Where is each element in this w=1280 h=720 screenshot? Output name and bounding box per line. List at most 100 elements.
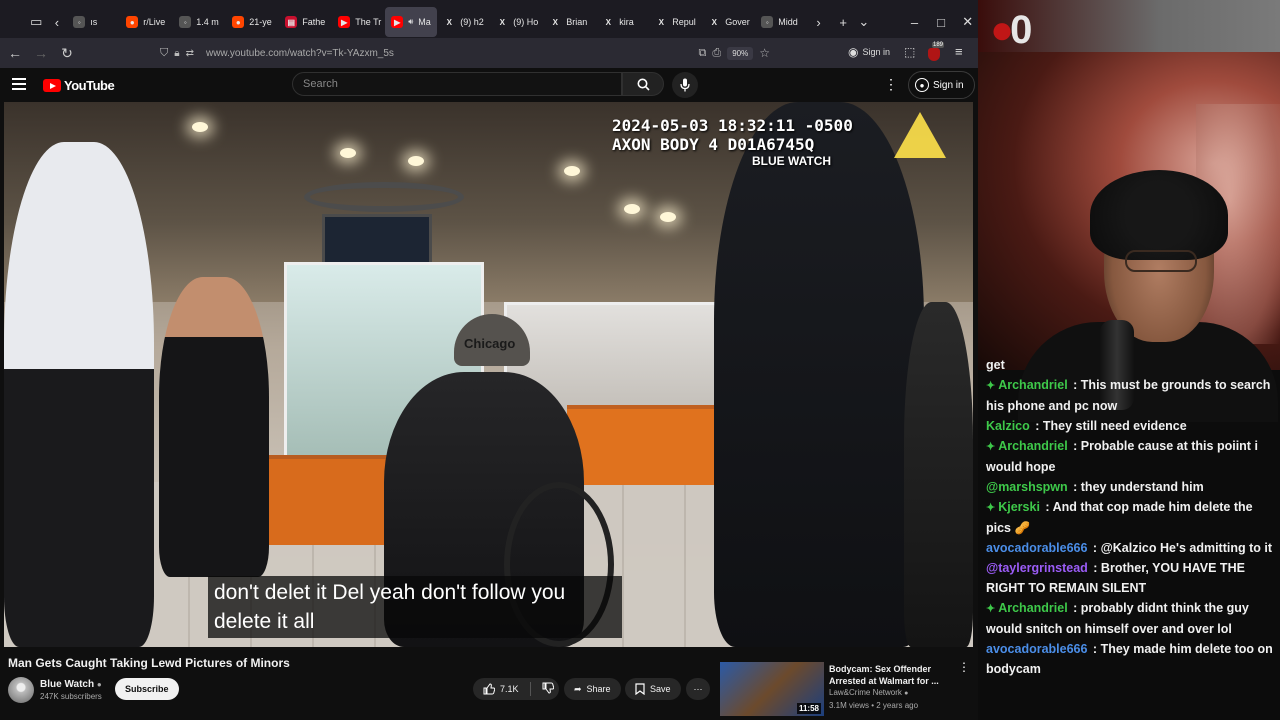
dislike-button[interactable]	[542, 682, 554, 696]
more-actions-button[interactable]: ⋯	[686, 678, 710, 700]
extensions-icon[interactable]: ⬚	[904, 45, 915, 59]
like-count: 7.1K	[500, 684, 519, 694]
chat-username[interactable]: avocadorable666	[986, 642, 1087, 656]
browser-tab[interactable]: ▶ The Tr	[332, 7, 385, 37]
reddit-favicon-icon: ●	[232, 16, 245, 28]
reload-icon[interactable]: ↻	[54, 40, 80, 66]
lock-icon[interactable]: 🔒︎	[174, 48, 179, 59]
channel-avatar[interactable]	[8, 677, 34, 703]
ublock-count: 189	[932, 42, 945, 48]
menu-icon[interactable]: ≡	[955, 44, 963, 59]
account-sign-in[interactable]: ◉ Sign in	[848, 45, 890, 59]
chat-message: avocadorable666 : @Kalzico He's admittin…	[986, 541, 1272, 555]
tab-label: r/Live	[143, 17, 166, 27]
stream-logo: ●0	[990, 8, 1032, 52]
glasses	[1125, 250, 1197, 272]
bodycam-timestamp: 2024-05-03 18:32:11 -0500 AXON BODY 4 D0…	[612, 116, 853, 154]
browser-tab[interactable]: ◦ 1.4 m	[173, 7, 226, 37]
subscriber-badge-icon: ✦	[986, 441, 996, 453]
search-input[interactable]: Search	[292, 72, 622, 96]
share-button[interactable]: ➦ Share	[564, 678, 621, 700]
zoom-level[interactable]: 90%	[727, 46, 754, 60]
recommended-menu-icon[interactable]: ⋮	[958, 660, 970, 674]
new-tab-icon[interactable]: +	[833, 9, 854, 35]
picture-in-picture-icon[interactable]: ⧉	[699, 47, 707, 60]
streamer-hair	[1090, 170, 1228, 260]
address-bar[interactable]: ⛉ 🔒︎ ⇄ www.youtube.com/watch?v=Tk-YAzxm_…	[152, 41, 770, 65]
chat-username[interactable]: avocadorable666	[986, 541, 1087, 555]
permissions-icon[interactable]: ⇄	[186, 48, 194, 59]
tab-label: Midd	[778, 17, 798, 27]
chat-username[interactable]: Kalzico	[986, 419, 1030, 433]
browser-tab[interactable]: ◦ Midd	[755, 7, 808, 37]
browser-tab[interactable]: X Brian	[543, 7, 596, 37]
channel-name[interactable]: Blue Watch ●	[40, 679, 102, 690]
youtube-logo[interactable]: YouTube	[43, 78, 115, 93]
tab-label: Fathe	[302, 17, 326, 27]
bookmark-icon	[635, 683, 645, 695]
recommended-title[interactable]: Bodycam: Sex Offender Arrested at Walmar…	[829, 663, 949, 687]
scroll-tabs-right-icon[interactable]: ›	[808, 9, 829, 35]
more-horizontal-icon: ⋯	[693, 683, 703, 694]
browser-tab[interactable]: ● r/Live	[120, 7, 173, 37]
scroll-tabs-left-icon[interactable]: ‹	[47, 9, 68, 35]
tab-label: Ma	[418, 17, 431, 27]
shield-icon[interactable]: ⛉	[160, 47, 168, 60]
forward-icon[interactable]: →	[28, 40, 54, 66]
video-duration: 11:58	[796, 703, 821, 714]
browser-tab[interactable]: ▶🔊︎Ma✕	[385, 7, 438, 37]
tab-label: Gover	[725, 17, 750, 27]
save-button[interactable]: Save	[625, 678, 681, 700]
like-button[interactable]: 7.1K	[483, 683, 519, 695]
back-icon[interactable]: ←	[2, 40, 28, 66]
browser-tab[interactable]: Xkira	[596, 7, 649, 37]
video-player[interactable]: Chicago 2024-05-03 18:32:11 -0500 AXON B…	[4, 102, 973, 647]
overlay-banner: ●0	[978, 0, 1280, 52]
x-favicon-icon: X	[605, 17, 611, 27]
audio-playing-icon[interactable]: 🔊︎	[408, 17, 413, 27]
minimize-icon[interactable]: –	[904, 9, 925, 35]
chat-username[interactable]: Kjerski	[998, 500, 1040, 514]
list-tabs-icon[interactable]: ⌄	[854, 9, 875, 35]
tab-label: (9) h2	[460, 17, 484, 27]
voice-search-button[interactable]	[672, 72, 698, 98]
microphone-icon	[680, 78, 690, 92]
recommended-channel[interactable]: Law&Crime Network ●	[829, 688, 908, 697]
ublock-icon[interactable]: 189	[928, 42, 945, 61]
youtube-favicon-icon: ▶	[338, 16, 351, 28]
tab-label: ıs	[90, 17, 98, 27]
screenshot-icon[interactable]: ⎙	[712, 47, 721, 60]
subscriber-badge-icon: ✦	[986, 603, 996, 615]
maximize-icon[interactable]: □	[931, 9, 952, 35]
search-button[interactable]	[622, 72, 664, 96]
chat-username[interactable]: Archandriel	[998, 439, 1067, 453]
chat-username[interactable]: @taylergrinstead	[986, 561, 1088, 575]
recommended-thumbnail[interactable]: 11:58	[720, 662, 824, 716]
chat-username[interactable]: Archandriel	[998, 378, 1067, 392]
browser-tab[interactable]: ● 21-ye	[226, 7, 279, 37]
window-close-icon[interactable]: ✕	[957, 9, 978, 35]
firefox-view-icon[interactable]: ▭	[26, 9, 47, 35]
url-text[interactable]: www.youtube.com/watch?v=Tk-YAzxm_5s	[206, 48, 394, 59]
thumbs-down-icon	[542, 682, 554, 694]
browser-tab[interactable]: ◦ ıs	[67, 7, 120, 37]
chat-text: @Kalzico He's admitting to it	[1100, 541, 1272, 555]
browser-tab[interactable]: X (9) h2	[437, 7, 490, 37]
x-favicon-icon: X	[499, 17, 505, 27]
settings-more-icon[interactable]: ⋮	[884, 76, 898, 93]
youtube-sign-in-button[interactable]: ● Sign in	[908, 71, 975, 99]
cap-text: Chicago	[464, 336, 516, 351]
bookmark-star-icon[interactable]: ☆	[759, 46, 770, 60]
webcam-feed	[978, 52, 1280, 422]
subscribe-button[interactable]: Subscribe	[115, 678, 179, 700]
share-icon: ➦	[574, 683, 582, 694]
tab-label: 21-ye	[249, 17, 272, 27]
browser-tab[interactable]: X (9) Ho	[490, 7, 543, 37]
guide-menu-icon[interactable]	[12, 78, 26, 90]
browser-tab[interactable]: X Gover	[702, 7, 755, 37]
chat-username[interactable]: @marshspwn	[986, 480, 1068, 494]
chat-username[interactable]: Archandriel	[998, 601, 1067, 615]
browser-tab[interactable]: X Repul	[649, 7, 702, 37]
browser-tab[interactable]: ▤ Fathe	[279, 7, 332, 37]
chat-message: ✦ Archandriel : This must be grounds to s…	[986, 378, 1271, 413]
